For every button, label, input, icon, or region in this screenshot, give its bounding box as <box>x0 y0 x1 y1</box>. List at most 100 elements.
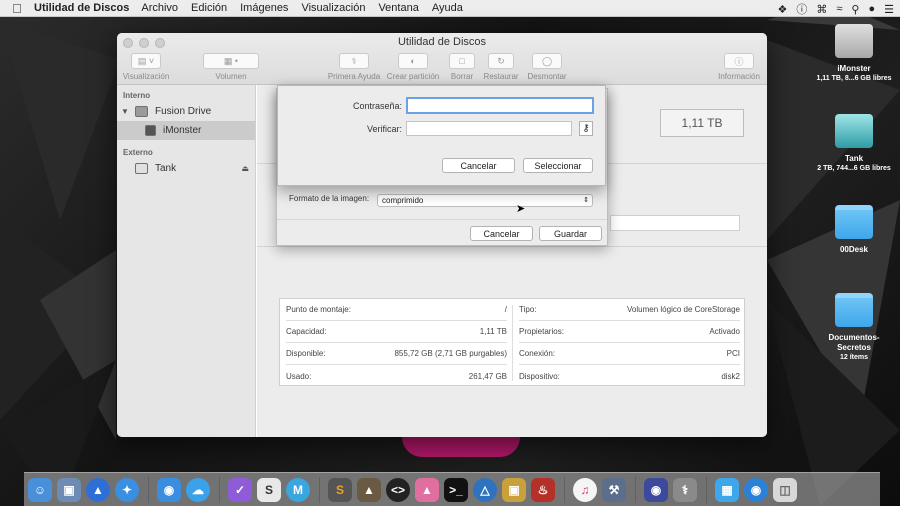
menu-visualizacion[interactable]: Visualización <box>301 2 365 14</box>
partition-button[interactable]: ◐ Crear partición <box>385 53 441 81</box>
toolbar-label: Primera Ayuda <box>327 72 381 81</box>
info-button[interactable]: ⓘ Información <box>715 53 763 81</box>
downloads-folder-icon[interactable]: ▦ <box>715 477 739 502</box>
dropbox-icon[interactable]: ❖ <box>777 3 787 16</box>
image-format-select[interactable]: comprimido ⇕ <box>377 194 593 207</box>
trash-icon[interactable]: ◫ <box>773 477 797 502</box>
info-label: Capacidad: <box>286 327 327 336</box>
apple-menu-icon[interactable]:  <box>0 1 34 16</box>
info-status-icon[interactable]: ⓘ <box>796 1 807 17</box>
first-aid-button[interactable]: ⚕ Primera Ayuda <box>325 53 383 81</box>
dock-separator <box>148 476 149 503</box>
sublime-icon[interactable]: S <box>328 477 352 502</box>
sidebar-item-imonster[interactable]: iMonster <box>117 121 255 140</box>
external-drive-icon <box>835 114 873 148</box>
user-icon[interactable]: ● <box>868 3 875 15</box>
disclosure-triangle-icon[interactable]: ▼ <box>121 107 131 116</box>
info-value: PCI <box>726 349 740 358</box>
launchpad-icon[interactable]: ▲ <box>86 477 110 502</box>
menu-imagenes[interactable]: Imágenes <box>240 2 288 14</box>
password-field[interactable] <box>406 97 594 114</box>
preview-icon[interactable]: ▣ <box>57 477 81 502</box>
spotlight-icon[interactable]: ⚲ <box>851 3 859 16</box>
hard-drive-icon <box>835 24 873 58</box>
network-globe-icon[interactable]: ◉ <box>744 477 768 502</box>
mouse-cursor-icon: ➤ <box>516 203 526 215</box>
terminal-icon[interactable]: >_ <box>444 477 468 502</box>
title-bar: Utilidad de Discos ▤ ˅ Visualización ▦ •… <box>117 33 767 85</box>
desktop-icon-documentos-secretos[interactable]: Documentos- Secretos 12 ítems <box>809 293 899 363</box>
verify-field[interactable] <box>406 121 572 136</box>
menu-ventana[interactable]: Ventana <box>378 2 418 14</box>
markdown-icon[interactable]: M <box>286 477 310 502</box>
unmount-icon: ◯ <box>532 53 562 69</box>
divider <box>257 246 767 247</box>
folder-icon <box>835 293 873 327</box>
package-icon[interactable]: ▣ <box>502 477 526 502</box>
archive-utility-icon[interactable]: ▲ <box>357 477 381 502</box>
capacity-badge: 1,11 TB <box>660 109 744 137</box>
notification-center-icon[interactable]: ☰ <box>884 3 894 16</box>
activity-monitor-icon[interactable]: △ <box>473 477 497 502</box>
sidebar-item-tank[interactable]: Tank ⏏ <box>117 159 255 178</box>
toolbar-label: Visualización <box>122 72 170 81</box>
password-cancel-button[interactable]: Cancelar <box>442 158 515 173</box>
finder-icon[interactable]: ☺ <box>28 477 52 502</box>
code-editor-icon[interactable]: <> <box>386 477 410 502</box>
wallpaper-accent <box>402 437 520 457</box>
dock-separator <box>706 476 707 503</box>
desktop-icon-sublabel: 1,11 TB, 8...6 GB libres <box>816 75 892 82</box>
info-row: Capacidad: 1,11 TB <box>286 321 507 343</box>
folder-icon <box>835 205 873 239</box>
desktop-icon-00desk[interactable]: 00Desk <box>809 205 899 255</box>
screenshot-icon[interactable]: ◉ <box>644 477 668 502</box>
safari-icon[interactable]: ✦ <box>115 477 139 502</box>
menu-ayuda[interactable]: Ayuda <box>432 2 463 14</box>
info-label: Usado: <box>286 371 312 381</box>
omnifocus-icon[interactable]: ✓ <box>228 477 252 502</box>
tweetbot-icon[interactable]: ◉ <box>157 477 181 502</box>
dock-separator <box>635 476 636 503</box>
unmount-button[interactable]: ◯ Desmontar <box>524 53 570 81</box>
desktop-icon-imonster[interactable]: iMonster 1,11 TB, 8...6 GB libres <box>809 24 899 84</box>
fireplace-icon[interactable]: ♨ <box>531 477 555 502</box>
desktop-icon-label: Documentos- Secretos <box>828 333 880 352</box>
restore-button[interactable]: ↻ Restaurar <box>482 53 520 81</box>
sidebar-item-label: Fusion Drive <box>155 106 212 117</box>
menu-edicion[interactable]: Edición <box>191 2 227 14</box>
status-area: ❖ ⓘ ⌘ ≈ ⚲ ● ☰ <box>777 1 894 17</box>
partition-icon: ◐ <box>398 53 428 69</box>
volume-button[interactable]: ▦ • Volumen <box>203 53 259 81</box>
menu-app-name[interactable]: Utilidad de Discos <box>34 2 129 14</box>
key-icon[interactable]: ⚷ <box>579 121 593 136</box>
wifi-icon[interactable]: ≈ <box>836 3 842 15</box>
view-button[interactable]: ▤ ˅ Visualización <box>121 53 171 81</box>
prism-icon[interactable]: ▲ <box>415 477 439 502</box>
slack-icon[interactable]: S <box>257 477 281 502</box>
chevron-updown-icon: ⇕ <box>583 197 589 204</box>
save-button[interactable]: Guardar <box>539 226 602 241</box>
external-disk-icon <box>135 163 148 174</box>
toolbar-label: Desmontar <box>527 72 567 81</box>
tools-icon[interactable]: ⚒ <box>602 477 626 502</box>
erase-button[interactable]: □ Borrar <box>447 53 477 81</box>
info-label: Punto de montaje: <box>286 305 351 314</box>
info-row: Tipo: Volumen lógico de CoreStorage <box>519 299 740 321</box>
select-button[interactable]: Seleccionar <box>523 158 593 173</box>
info-row: Punto de montaje: / <box>286 299 507 321</box>
disk-utility-icon[interactable]: ⚕ <box>673 477 697 502</box>
sidebar-item-fusion-drive[interactable]: ▼ Fusion Drive <box>117 102 255 121</box>
menu-bar:  Utilidad de Discos Archivo Edición Imá… <box>0 0 900 17</box>
menu-archivo[interactable]: Archivo <box>141 2 178 14</box>
sidebar-item-label: Tank <box>155 163 177 174</box>
eject-icon[interactable]: ⏏ <box>241 164 249 173</box>
info-column-left: Punto de montaje: / Capacidad: 1,11 TB D… <box>280 299 513 387</box>
save-cancel-button[interactable]: Cancelar <box>470 226 533 241</box>
command-icon[interactable]: ⌘ <box>816 3 827 16</box>
desktop-icon-tank[interactable]: Tank 2 TB, 744...6 GB libres <box>809 114 899 174</box>
itunes-icon[interactable]: ♫ <box>573 477 597 502</box>
desktop-icon-label: Tank <box>844 154 864 163</box>
image-format-value: comprimido <box>382 196 424 205</box>
info-value: 855,72 GB (2,71 GB purgables) <box>394 349 507 358</box>
messages-icon[interactable]: ☁ <box>186 477 210 502</box>
